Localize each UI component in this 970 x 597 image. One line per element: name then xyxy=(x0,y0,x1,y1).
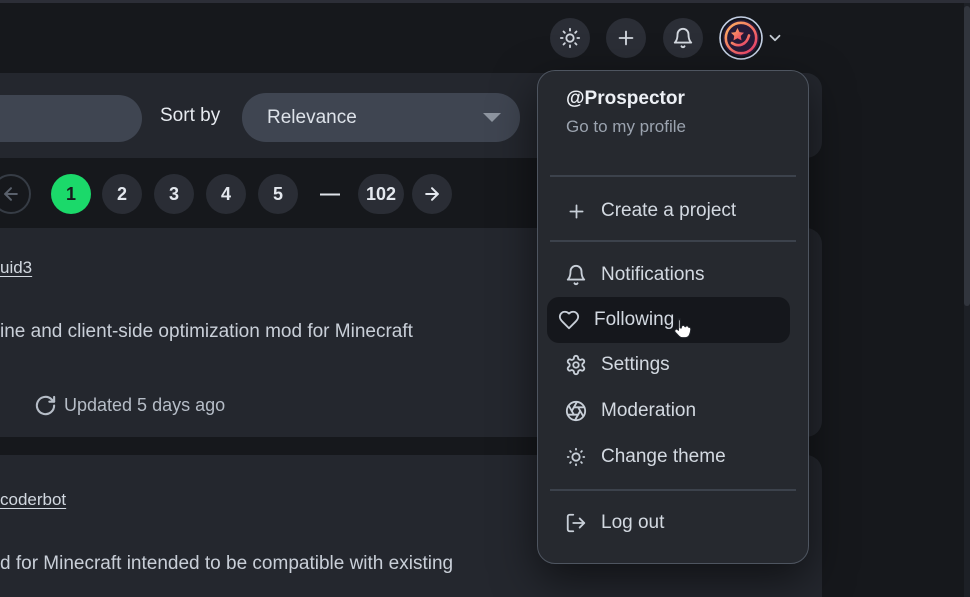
search-input[interactable] xyxy=(0,95,142,142)
menu-item-change-theme[interactable]: Change theme xyxy=(554,439,794,475)
sun-icon xyxy=(564,445,588,469)
chevron-down-icon xyxy=(483,113,501,122)
bell-icon xyxy=(564,263,588,287)
create-project-button[interactable] xyxy=(606,18,646,58)
menu-divider xyxy=(550,175,796,177)
heart-icon xyxy=(557,308,581,332)
gear-icon xyxy=(564,353,588,377)
pagination-page-2[interactable]: 2 xyxy=(102,174,142,214)
theme-toggle-button[interactable] xyxy=(550,18,590,58)
top-navigation-bar xyxy=(0,0,970,73)
project-description: d for Minecraft intended to be compatibl… xyxy=(0,553,453,575)
aperture-icon xyxy=(564,399,588,423)
pagination-prev-button[interactable] xyxy=(0,174,31,214)
pagination-page-3[interactable]: 3 xyxy=(154,174,194,214)
pagination-page-1[interactable]: 1 xyxy=(51,174,91,214)
menu-divider xyxy=(550,240,796,242)
pagination-gap: — xyxy=(314,174,346,214)
pagination-next-button[interactable] xyxy=(412,174,452,214)
bell-icon xyxy=(672,27,694,49)
menu-item-moderation[interactable]: Moderation xyxy=(554,393,794,429)
sort-select[interactable]: Relevance xyxy=(242,93,520,142)
refresh-icon xyxy=(34,394,57,417)
notifications-button[interactable] xyxy=(663,18,703,58)
plus-icon xyxy=(615,27,637,49)
plus-icon xyxy=(564,199,588,223)
log-out-icon xyxy=(564,511,588,535)
menu-divider xyxy=(550,489,796,491)
pagination-page-5[interactable]: 5 xyxy=(258,174,298,214)
project-author-link[interactable]: coderbot xyxy=(0,490,66,510)
arrow-left-icon xyxy=(1,184,21,204)
project-updated: Updated 5 days ago xyxy=(34,394,225,417)
menu-item-settings[interactable]: Settings xyxy=(554,347,794,383)
pagination-page-4[interactable]: 4 xyxy=(206,174,246,214)
pagination-page-last[interactable]: 102 xyxy=(358,174,404,214)
modrinth-search-page: Sort by Relevance 1 2 3 4 5 — 102 uid3 i… xyxy=(0,0,970,597)
arrow-right-icon xyxy=(422,184,442,204)
avatar-menu-chevron[interactable] xyxy=(766,29,784,52)
user-avatar[interactable] xyxy=(719,16,763,60)
project-description: ine and client-side optimization mod for… xyxy=(0,321,413,343)
sun-icon xyxy=(559,27,581,49)
menu-item-create-project[interactable]: Create a project xyxy=(554,193,794,229)
avatar-image xyxy=(719,16,763,60)
chevron-down-icon xyxy=(766,29,784,47)
mouse-cursor-hand xyxy=(668,316,696,349)
menu-item-notifications[interactable]: Notifications xyxy=(554,257,794,293)
menu-go-to-profile[interactable]: Go to my profile xyxy=(566,117,686,137)
scrollbar-thumb[interactable] xyxy=(964,6,970,306)
menu-item-log-out[interactable]: Log out xyxy=(554,505,794,541)
sort-by-label: Sort by xyxy=(160,105,220,127)
project-author-link[interactable]: uid3 xyxy=(0,258,32,278)
sort-selected-value: Relevance xyxy=(267,107,357,129)
menu-username: @Prospector xyxy=(566,88,685,110)
